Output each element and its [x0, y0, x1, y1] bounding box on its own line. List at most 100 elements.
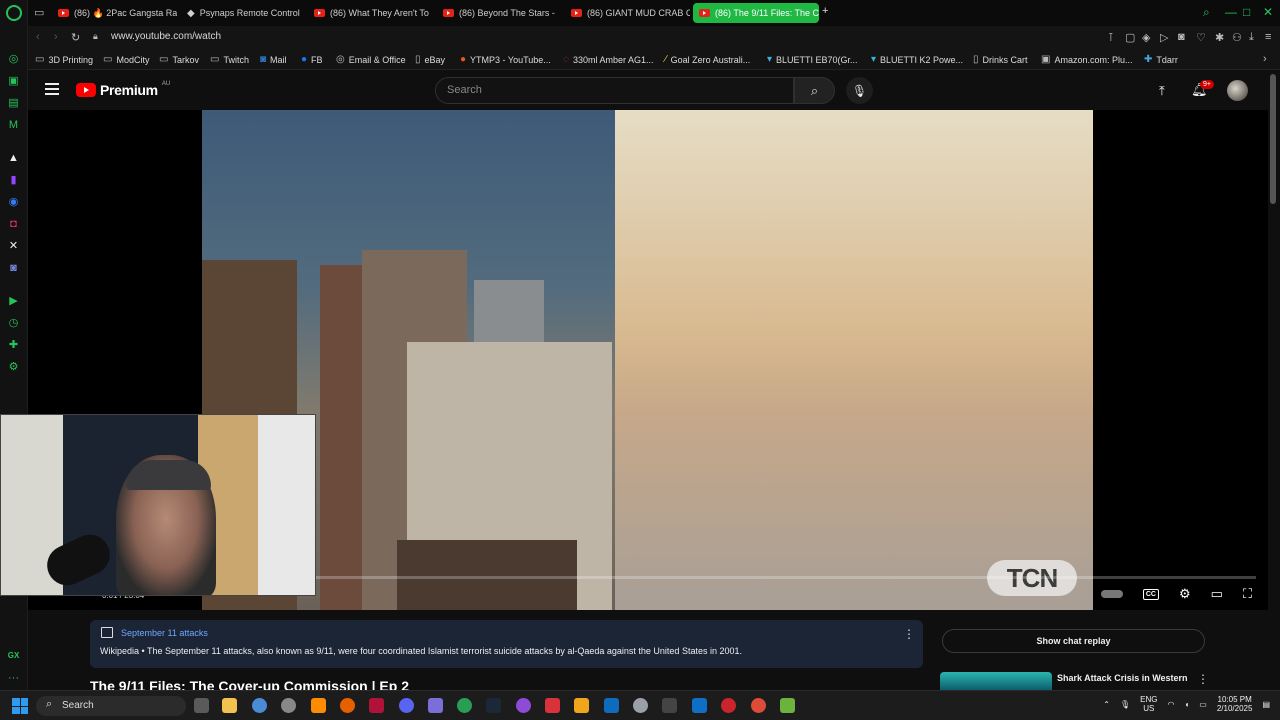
- info-card-title[interactable]: September 11 attacks: [121, 628, 208, 638]
- autoplay-toggle[interactable]: [1100, 590, 1123, 598]
- wallet-icon[interactable]: ▤: [6, 95, 21, 110]
- twitch-icon[interactable]: ▮: [6, 172, 21, 187]
- bookmark-goal-zero[interactable]: ∕ Goal Zero Australi...: [665, 54, 750, 65]
- app-icon-8[interactable]: [662, 698, 677, 713]
- app-icon-9[interactable]: [692, 698, 707, 713]
- opera-logo-icon[interactable]: [6, 5, 22, 21]
- settings-gear-icon[interactable]: ⚙: [1179, 586, 1191, 602]
- more-icon[interactable]: ···: [6, 670, 21, 685]
- whatsapp-icon[interactable]: ◎: [6, 51, 21, 66]
- x-icon[interactable]: ✕: [6, 238, 21, 253]
- tab-4[interactable]: (86) Beyond The Stars -: [437, 3, 562, 23]
- heart-icon[interactable]: ♡: [1196, 31, 1206, 44]
- bookmark-bluetti-k2[interactable]: ▾ BLUETTI K2 Powe...: [871, 54, 963, 65]
- clock[interactable]: 10:05 PM 2/10/2025: [1217, 695, 1253, 713]
- app-icon-3[interactable]: [457, 698, 472, 713]
- app-icon-7[interactable]: [633, 698, 648, 713]
- recommendation-thumbnail[interactable]: [940, 672, 1052, 690]
- search-button[interactable]: ⌕: [794, 77, 835, 104]
- search-input[interactable]: Search: [435, 77, 794, 104]
- bookmark-fb[interactable]: ● FB: [301, 54, 323, 65]
- easy-setup-icon[interactable]: ≡: [1265, 31, 1271, 43]
- instagram-icon[interactable]: ◘: [6, 216, 21, 231]
- shield-icon[interactable]: ◈: [1142, 31, 1150, 44]
- snapshot-icon[interactable]: ▢: [1125, 31, 1135, 44]
- bookmark-bluetti-eb70[interactable]: ▾ BLUETTI EB70(Gr...: [767, 54, 858, 65]
- app-icon-5[interactable]: [545, 698, 560, 713]
- recommendation-more-icon[interactable]: ⋮: [1197, 672, 1209, 686]
- app-icon-1[interactable]: [281, 698, 296, 713]
- wifi-icon[interactable]: ◠: [1167, 700, 1174, 709]
- extensions-puzzle-icon[interactable]: ✱: [1215, 31, 1224, 44]
- info-card[interactable]: September 11 attacks Wikipedia • The Sep…: [90, 620, 923, 668]
- bookmark-ytmp3[interactable]: ● YTMP3 - YouTube...: [460, 54, 551, 65]
- avatar[interactable]: [1227, 80, 1248, 101]
- more-options-icon[interactable]: ⋮: [903, 627, 915, 641]
- tab-menu-icon[interactable]: ▭: [34, 6, 44, 19]
- tab-5[interactable]: (86) GIANT MUD CRAB C: [565, 3, 690, 23]
- show-chat-replay-button[interactable]: Show chat replay: [942, 629, 1205, 653]
- settings-icon[interactable]: ⚙: [6, 359, 21, 374]
- captions-icon[interactable]: CC: [1142, 588, 1159, 600]
- chevron-up-icon[interactable]: ⌃: [1103, 700, 1110, 709]
- search-tabs-icon[interactable]: ⌕: [1203, 5, 1210, 20]
- page-scrollbar[interactable]: [1270, 74, 1276, 204]
- bookmark-twitch[interactable]: ▭ Twitch: [210, 54, 249, 65]
- discord-icon[interactable]: ◙: [6, 260, 21, 275]
- history-icon[interactable]: ◷: [6, 315, 21, 330]
- chrome-icon[interactable]: [751, 698, 766, 713]
- download-icon[interactable]: ⤓: [1249, 31, 1254, 44]
- profile-icon[interactable]: ⚇: [1232, 31, 1242, 44]
- extensions-icon[interactable]: ✚: [6, 337, 21, 352]
- language-indicator[interactable]: ENG US: [1140, 695, 1157, 713]
- bookmark-tarkov[interactable]: ▭ Tarkov: [159, 54, 199, 65]
- task-view-icon[interactable]: [194, 698, 209, 713]
- tab-1[interactable]: (86) 🔥 2Pac Gangsta Rap: [52, 3, 177, 23]
- bookmark-3d-printing[interactable]: ▭ 3D Printing: [35, 54, 93, 65]
- player-icon[interactable]: ▶: [6, 293, 21, 308]
- hamburger-menu-icon[interactable]: [45, 83, 59, 95]
- notepad-icon[interactable]: [780, 698, 795, 713]
- file-explorer-icon[interactable]: [222, 698, 237, 713]
- theater-mode-icon[interactable]: ▭: [1211, 586, 1223, 602]
- microphone-tray-icon[interactable]: 🎙︎: [1120, 700, 1130, 709]
- tab-6-active[interactable]: (86) The 9/11 Files: The C: [693, 3, 819, 23]
- bookmark-drinks-cart[interactable]: ▯ Drinks Cart: [973, 54, 1028, 65]
- upload-icon[interactable]: ⤒: [1159, 83, 1165, 99]
- fullscreen-icon[interactable]: ⛶: [1243, 586, 1252, 602]
- close-button[interactable]: ✕: [1263, 5, 1273, 19]
- app-icon-2[interactable]: [428, 698, 443, 713]
- edge-icon[interactable]: [252, 698, 267, 713]
- windows-start-icon[interactable]: [12, 698, 28, 714]
- camera-icon[interactable]: ◙: [1178, 31, 1185, 43]
- battery-icon[interactable]: ▭: [1199, 700, 1207, 709]
- taskbar-search[interactable]: Search: [36, 696, 186, 716]
- voice-search-button[interactable]: 🎙︎: [846, 77, 873, 104]
- aria-icon[interactable]: ▲: [6, 150, 21, 165]
- url-field[interactable]: www.youtube.com/watch: [111, 31, 221, 42]
- tab-2[interactable]: ◆ Psynaps Remote Control: [181, 3, 305, 23]
- vlc-icon[interactable]: [311, 698, 326, 713]
- messenger-icon[interactable]: ◉: [6, 194, 21, 209]
- bot-icon[interactable]: ▣: [6, 73, 21, 88]
- bookmark-email-office[interactable]: ◎ Email & Office: [336, 54, 406, 65]
- player-play-icon[interactable]: ▷: [1160, 31, 1168, 44]
- discord-taskbar-icon[interactable]: [399, 698, 414, 713]
- recommendation-title[interactable]: Shark Attack Crisis in Western: [1057, 673, 1188, 683]
- back-icon[interactable]: ‹: [36, 31, 40, 43]
- bookmark-amazon[interactable]: ▣ Amazon.com: Plu...: [1041, 54, 1132, 65]
- maximize-button[interactable]: □: [1243, 5, 1250, 19]
- tab-3[interactable]: (86) What They Aren't To: [308, 3, 433, 23]
- bookmarks-overflow-icon[interactable]: ›: [1263, 53, 1267, 65]
- volume-icon[interactable]: ◖: [1184, 700, 1189, 709]
- bookmark-amber-bottle[interactable]: ◌ 330ml Amber AG1...: [563, 54, 654, 65]
- bookmark-tdarr[interactable]: ✚ Tdarr: [1144, 54, 1178, 65]
- app-icon-4[interactable]: [516, 698, 531, 713]
- new-tab-button[interactable]: +: [822, 5, 828, 17]
- bookmark-modcity[interactable]: ▭ ModCity: [103, 54, 149, 65]
- notification-icon[interactable]: ▤: [1262, 700, 1270, 709]
- video-frame[interactable]: TCN: [202, 110, 1093, 610]
- bookmark-mail[interactable]: ◙ Mail: [260, 54, 287, 65]
- outlook-taskbar-icon[interactable]: [604, 698, 619, 713]
- m-app-icon[interactable]: M: [6, 117, 21, 132]
